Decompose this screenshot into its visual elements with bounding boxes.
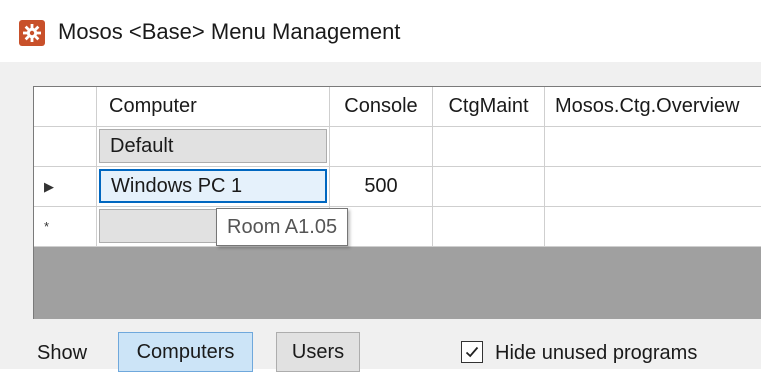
data-grid[interactable]: Computer Console CtgMaint Mosos.Ctg.Over… [33,86,761,319]
grid-header-row: Computer Console CtgMaint Mosos.Ctg.Over… [34,87,761,127]
gear-icon [19,20,45,46]
overview-cell[interactable] [545,127,761,167]
column-header-ctgmaint[interactable]: CtgMaint [433,87,545,127]
tooltip: Room A1.05 [216,208,349,246]
console-cell[interactable]: 500 [330,167,433,207]
title-bar: Mosos <Base> Menu Management [0,0,761,62]
new-row-indicator-icon: * [44,219,50,234]
current-row-indicator-icon: ▶ [44,178,54,194]
column-header-overview[interactable]: Mosos.Ctg.Overview [545,87,761,127]
checkmark-icon [465,346,479,358]
window-title: Mosos <Base> Menu Management [58,19,401,44]
computer-cell[interactable]: Default [97,127,330,167]
row-header-corner[interactable] [34,87,97,127]
users-button[interactable]: Users [276,332,360,372]
computer-cell[interactable]: Windows PC 1 [97,167,330,207]
column-header-computer[interactable]: Computer [97,87,330,127]
column-header-console[interactable]: Console [330,87,433,127]
table-row[interactable]: ▶ Windows PC 1 500 [34,167,761,207]
hide-unused-checkbox[interactable] [461,341,483,363]
computer-button[interactable]: Windows PC 1 [99,169,327,203]
show-label: Show [37,342,88,364]
ctgmaint-cell[interactable] [433,207,545,247]
row-header[interactable] [34,127,97,167]
overview-cell[interactable] [545,167,761,207]
overview-cell[interactable] [545,207,761,247]
table-row[interactable]: * [34,207,761,247]
computers-button[interactable]: Computers [118,332,253,372]
row-header[interactable]: * [34,207,97,247]
computer-button[interactable]: Default [99,129,327,163]
ctgmaint-cell[interactable] [433,127,545,167]
ctgmaint-cell[interactable] [433,167,545,207]
hide-unused-label[interactable]: Hide unused programs [495,342,697,365]
table-row[interactable]: Default [34,127,761,167]
console-cell[interactable] [330,127,433,167]
row-header[interactable]: ▶ [34,167,97,207]
